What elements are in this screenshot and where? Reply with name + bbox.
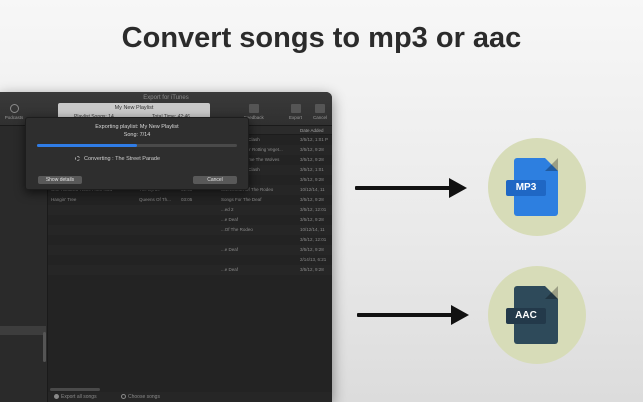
cell-date-added: 3/5/12, 9:28: [300, 217, 324, 222]
cell-date-added: 3/5/12, 9:28: [300, 197, 324, 202]
progress-bar: [37, 144, 237, 147]
spinner-icon: [75, 156, 80, 161]
table-row[interactable]: 3/5/12, 12:01: [48, 235, 332, 245]
cell-album: ...Of The Rodeo: [221, 227, 253, 232]
mp3-file-icon: MP3: [506, 158, 558, 216]
podcasts-button[interactable]: Podcasts: [4, 104, 24, 120]
export-label: Export: [289, 115, 303, 120]
export-progress-dialog: Exporting playlist: My New Playlist Song…: [25, 117, 249, 190]
table-row[interactable]: ...e Deaf 3/5/12, 9:28: [48, 265, 332, 275]
dialog-cancel-button[interactable]: Cancel: [193, 176, 237, 184]
cell-album: ...e Deaf: [221, 217, 239, 222]
cell-date-added: 3/5/12, 1:01 P: [300, 137, 329, 142]
cell-date-added: 10/12/14, 11: [300, 187, 325, 192]
cell-date-added: 10/12/14, 11: [300, 227, 325, 232]
table-row[interactable]: 2/14/13, 6:21: [48, 255, 332, 265]
horizontal-scrollbar[interactable]: [50, 388, 100, 391]
export-options: Export all songs Choose songs: [48, 392, 332, 402]
table-row[interactable]: Hangin' Tree Queens Of Th... 03:05 Songs Fo…: [48, 195, 332, 205]
column-header-date-added[interactable]: Date Added: [300, 128, 324, 133]
mp3-format-badge: MP3: [488, 138, 586, 236]
cell-date-added: 3/5/12, 9:28: [300, 247, 324, 252]
cell-date-added: 3/5/12, 1:01: [300, 167, 324, 172]
dialog-song-counter: Song: 7/14: [123, 132, 151, 138]
cell-album: ...ed 2: [221, 207, 234, 212]
cell-album: ...e Deaf: [221, 247, 239, 252]
export-all-option[interactable]: Export all songs: [54, 394, 97, 400]
choose-songs-option[interactable]: Choose songs: [121, 394, 160, 400]
cell-date-added: 3/5/12, 9:28: [300, 157, 324, 162]
aac-label: AAC: [506, 308, 546, 324]
export-all-label: Export all songs: [61, 394, 97, 400]
sidebar-scrollbar[interactable]: [43, 332, 46, 362]
cell-album: Songs For The Deaf: [221, 197, 262, 202]
aac-file-icon: AAC: [506, 286, 558, 344]
conversion-status-text: Converting : The Street Parade: [84, 156, 161, 162]
window-title: Export for iTunes: [143, 95, 189, 101]
cell-date-added: 3/5/12, 9:28: [300, 177, 324, 182]
toolbar-cancel-label: Cancel: [313, 115, 328, 120]
cancel-icon: [315, 104, 325, 113]
podcasts-label: Podcasts: [4, 115, 24, 120]
arrow-right-icon: [357, 305, 469, 325]
table-row[interactable]: ...e Deaf 3/5/12, 9:28: [48, 245, 332, 255]
radio-selected-icon: [54, 394, 59, 399]
aac-format-badge: AAC: [488, 266, 586, 364]
cell-date-added: 2/14/13, 6:21: [300, 257, 327, 262]
cell-time: 03:05: [181, 197, 193, 202]
choose-songs-label: Choose songs: [128, 394, 160, 400]
sidebar-selected-item[interactable]: [0, 326, 46, 335]
arrow-right-icon: [355, 178, 467, 198]
cell-date-added: 3/5/12, 9:28: [300, 147, 324, 152]
toolbar-cancel-button[interactable]: Cancel: [313, 104, 327, 120]
cell-artist: Queens Of Th...: [139, 197, 171, 202]
table-row[interactable]: ...Of The Rodeo 10/12/14, 11: [48, 225, 332, 235]
cell-date-added: 3/5/12, 12:01: [300, 237, 327, 242]
table-row[interactable]: ...e Deaf 3/5/12, 9:28: [48, 215, 332, 225]
cell-album: ...e Deaf: [221, 267, 239, 272]
radio-icon: [121, 394, 126, 399]
export-icon: [290, 104, 301, 113]
cell-title: Hangin' Tree: [51, 197, 77, 202]
cell-date-added: 3/5/12, 12:01: [300, 207, 327, 212]
podcasts-icon: [9, 104, 19, 113]
progress-bar-fill: [37, 144, 137, 147]
dialog-title: Exporting playlist: My New Playlist: [95, 124, 179, 130]
mp3-label: MP3: [506, 180, 546, 196]
playlist-name: My New Playlist: [114, 105, 154, 111]
feedback-icon: [248, 104, 259, 113]
export-button[interactable]: Export: [289, 104, 302, 120]
table-row[interactable]: ...ed 2 3/5/12, 12:01: [48, 205, 332, 215]
headline: Convert songs to mp3 or aac: [121, 22, 522, 54]
conversion-status: Converting : The Street Parade: [75, 156, 160, 162]
show-details-button[interactable]: Show details: [38, 176, 82, 184]
cell-date-added: 3/5/12, 9:28: [300, 267, 324, 272]
